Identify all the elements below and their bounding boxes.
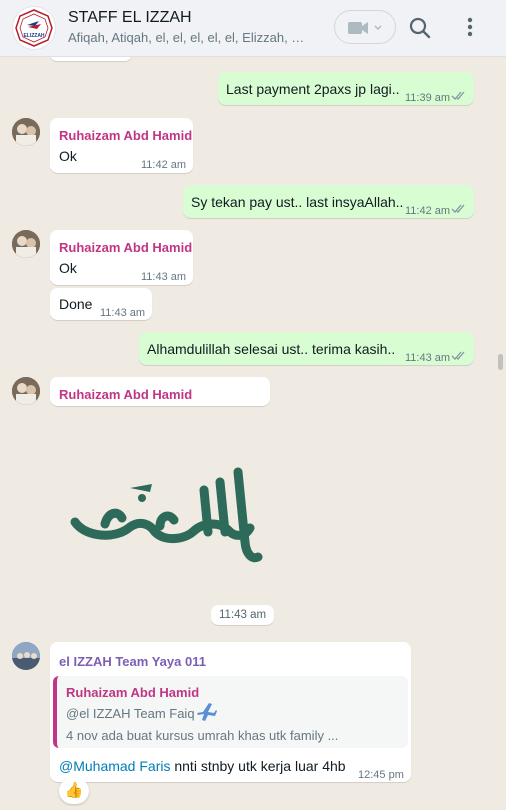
- video-icon: [348, 22, 368, 34]
- chat-area[interactable]: Last payment 2paxs jp lagi.. 11:39 am Ru…: [0, 57, 506, 810]
- message-time: 12:45 pm: [358, 769, 404, 781]
- group-photo-icon: [12, 642, 40, 670]
- message-text-wrap: @Muhamad Faris nnti stnby utk kerja luar…: [59, 757, 346, 776]
- message-in[interactable]: Ruhaizam Abd Hamid Ok 11:42 am: [50, 118, 193, 173]
- message-time: 11:39 am: [405, 92, 451, 104]
- sender-avatar[interactable]: [12, 377, 40, 405]
- group-avatar[interactable]: ELIZZAH: [12, 6, 56, 50]
- read-ticks-icon: [451, 91, 465, 100]
- message-in[interactable]: Ruhaizam Abd Hamid Ok 11:43 am: [50, 230, 193, 285]
- message-text: Done: [59, 296, 93, 312]
- alhamdulillah-sticker[interactable]: [60, 462, 270, 572]
- message-time: 11:43 am: [141, 271, 187, 283]
- message-text: Ok: [59, 148, 77, 164]
- sticker-time: 11:43 am: [211, 605, 275, 625]
- read-ticks-icon: [451, 204, 465, 213]
- message-time: 11:43 am: [100, 307, 146, 319]
- sender-avatar[interactable]: [12, 118, 40, 146]
- message-out[interactable]: Sy tekan pay ust.. last insyaAllah.. 11:…: [183, 185, 474, 218]
- airplane-icon: [197, 703, 217, 721]
- reaction-badge[interactable]: 👍: [59, 778, 89, 804]
- menu-button[interactable]: [458, 14, 482, 42]
- alhamdulillah-calligraphy-icon: [70, 467, 263, 563]
- message-text: Sy tekan pay ust.. last insyaAllah..: [191, 194, 404, 210]
- message-sender[interactable]: el IZZAH Team Yaya 011: [59, 652, 206, 671]
- message-text: Last payment 2paxs jp lagi..: [226, 81, 400, 97]
- message-in[interactable]: Done 11:43 am: [50, 288, 152, 320]
- quoted-message[interactable]: Ruhaizam Abd Hamid @el IZZAH Team Faiq 4…: [53, 676, 408, 748]
- message-text: Alhamdulillah selesai ust.. terima kasih…: [147, 341, 396, 357]
- search-button[interactable]: [406, 14, 434, 42]
- message-sender[interactable]: Ruhaizam Abd Hamid: [59, 385, 192, 404]
- message-text: nnti stnby utk kerja luar 4hb: [170, 758, 346, 774]
- svg-text:ELIZZAH: ELIZZAH: [23, 33, 44, 39]
- person-photo-icon: [12, 377, 40, 405]
- message-out[interactable]: Alhamdulillah selesai ust.. terima kasih…: [139, 332, 474, 365]
- search-icon: [409, 17, 431, 39]
- message-sender[interactable]: Ruhaizam Abd Hamid: [59, 238, 192, 257]
- sender-avatar[interactable]: [12, 230, 40, 258]
- message-time: 11:42 am: [141, 159, 187, 171]
- menu-icon: [467, 17, 473, 37]
- read-ticks-icon: [451, 351, 465, 360]
- message-in-reply[interactable]: el IZZAH Team Yaya 011 Ruhaizam Abd Hami…: [50, 642, 411, 782]
- scrollbar-thumb[interactable]: [498, 354, 503, 370]
- group-members: Afiqah, Atiqah, el, el, el, el, el, Eliz…: [68, 30, 308, 45]
- message-time: 11:43 am: [405, 352, 451, 364]
- mention-link[interactable]: @Muhamad Faris: [59, 758, 170, 774]
- sender-avatar[interactable]: [12, 642, 40, 670]
- chat-header[interactable]: ELIZZAH STAFF EL IZZAH Afiqah, Atiqah, e…: [0, 0, 506, 57]
- quoted-line-2: 4 nov ada buat kursus umrah khas utk fam…: [66, 728, 339, 743]
- group-title: STAFF EL IZZAH: [68, 9, 192, 26]
- elizzah-logo-icon: ELIZZAH: [15, 9, 53, 47]
- message-text: Ok: [59, 260, 77, 276]
- prev-message-fragment: [50, 57, 132, 61]
- person-photo-icon: [12, 230, 40, 258]
- chevron-down-icon: [374, 25, 382, 31]
- quoted-line-1: @el IZZAH Team Faiq: [66, 706, 195, 721]
- sticker-sender-label[interactable]: Ruhaizam Abd Hamid: [50, 377, 270, 406]
- message-sender[interactable]: Ruhaizam Abd Hamid: [59, 126, 192, 145]
- quoted-sender: Ruhaizam Abd Hamid: [66, 685, 200, 700]
- video-call-button[interactable]: [334, 10, 396, 44]
- person-photo-icon: [12, 118, 40, 146]
- message-out[interactable]: Last payment 2paxs jp lagi.. 11:39 am: [218, 72, 474, 105]
- message-time: 11:42 am: [405, 205, 451, 217]
